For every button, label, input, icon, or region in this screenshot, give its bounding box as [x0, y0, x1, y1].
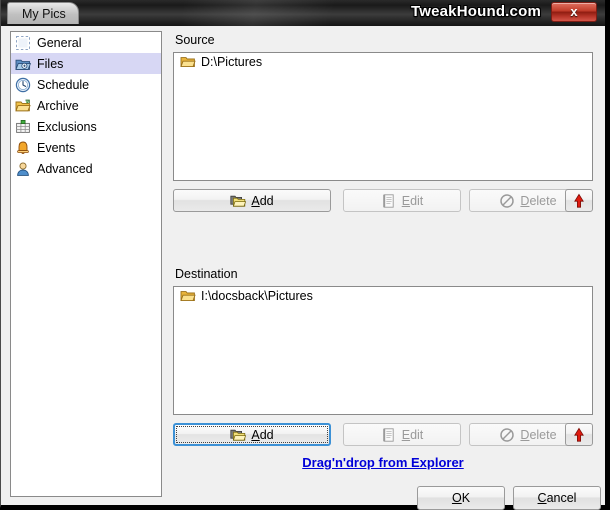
cancel-label: Cancel — [537, 491, 577, 505]
source-move-up-button[interactable] — [565, 189, 593, 212]
folder-icon — [180, 54, 196, 70]
ok-label: OK — [451, 491, 471, 505]
dragndrop-link[interactable]: Drag'n'drop from Explorer — [171, 455, 595, 470]
sidebar-item-archive[interactable]: Archive — [11, 95, 161, 116]
list-item-path: D:\Pictures — [201, 55, 263, 69]
close-button[interactable]: x — [551, 2, 597, 22]
source-edit-button[interactable]: Edit — [343, 189, 461, 212]
destination-edit-button[interactable]: Edit — [343, 423, 461, 446]
edit-clipboard-icon — [381, 193, 397, 209]
list-item[interactable]: I:\docsback\Pictures — [174, 287, 592, 305]
sidebar-item-label: Schedule — [37, 77, 90, 92]
list-item-path: I:\docsback\Pictures — [201, 289, 313, 303]
dialog-window: My Pics TweakHound.com x General Files S… — [0, 0, 610, 510]
list-item[interactable]: D:\Pictures — [174, 53, 592, 71]
archive-icon — [15, 98, 31, 114]
ok-button[interactable]: OK — [417, 486, 505, 510]
source-button-row: Add Edit Delete — [173, 189, 593, 212]
general-icon — [15, 35, 31, 51]
settings-tree[interactable]: General Files Schedule Archive Exclusion… — [10, 31, 162, 497]
files-icon — [15, 56, 31, 72]
advanced-icon — [15, 161, 31, 177]
red-up-arrow-icon — [572, 193, 586, 209]
sidebar-item-label: Archive — [37, 98, 79, 113]
sidebar-item-label: Files — [37, 56, 64, 71]
red-up-arrow-icon — [572, 427, 586, 443]
events-icon — [15, 140, 31, 156]
add-folder-icon — [230, 193, 247, 209]
sidebar-item-schedule[interactable]: Schedule — [11, 74, 161, 95]
source-edit-label: Edit — [401, 193, 424, 208]
sidebar-item-label: Exclusions — [37, 119, 97, 134]
delete-prohibited-icon — [499, 427, 515, 443]
sidebar-item-exclusions[interactable]: Exclusions — [11, 116, 161, 137]
source-label: Source — [175, 33, 215, 47]
close-icon: x — [570, 4, 578, 19]
title-bar: My Pics TweakHound.com x — [1, 0, 605, 26]
sidebar-item-general[interactable]: General — [11, 32, 161, 53]
destination-add-label: Add — [251, 427, 274, 442]
sidebar-item-label: Advanced — [37, 161, 93, 176]
sidebar-item-files[interactable]: Files — [11, 53, 161, 74]
exclusions-icon — [15, 119, 31, 135]
source-add-label: Add — [251, 193, 274, 208]
destination-delete-label: Delete — [520, 427, 557, 442]
watermark-label: TweakHound.com — [410, 3, 541, 20]
destination-list[interactable]: I:\docsback\Pictures — [173, 286, 593, 415]
window-title: My Pics — [7, 2, 79, 24]
destination-move-up-button[interactable] — [565, 423, 593, 446]
source-list[interactable]: D:\Pictures — [173, 52, 593, 181]
folder-icon — [180, 288, 196, 304]
dialog-footer: OK Cancel — [171, 486, 601, 510]
destination-add-button[interactable]: Add — [173, 423, 331, 446]
sidebar-item-advanced[interactable]: Advanced — [11, 158, 161, 179]
sidebar-item-label: Events — [37, 140, 76, 155]
files-settings-pane: Source D:\Pictures Add Edit Delete Desti… — [171, 31, 601, 510]
destination-edit-label: Edit — [401, 427, 424, 442]
add-folder-icon — [230, 427, 247, 443]
dialog-client-area: General Files Schedule Archive Exclusion… — [1, 26, 605, 510]
source-delete-label: Delete — [520, 193, 557, 208]
schedule-icon — [15, 77, 31, 93]
sidebar-item-label: General — [37, 35, 82, 50]
destination-button-row: Add Edit Delete — [173, 423, 593, 446]
cancel-button[interactable]: Cancel — [513, 486, 601, 510]
destination-label: Destination — [175, 267, 238, 281]
delete-prohibited-icon — [499, 193, 515, 209]
sidebar-item-events[interactable]: Events — [11, 137, 161, 158]
source-add-button[interactable]: Add — [173, 189, 331, 212]
edit-clipboard-icon — [381, 427, 397, 443]
